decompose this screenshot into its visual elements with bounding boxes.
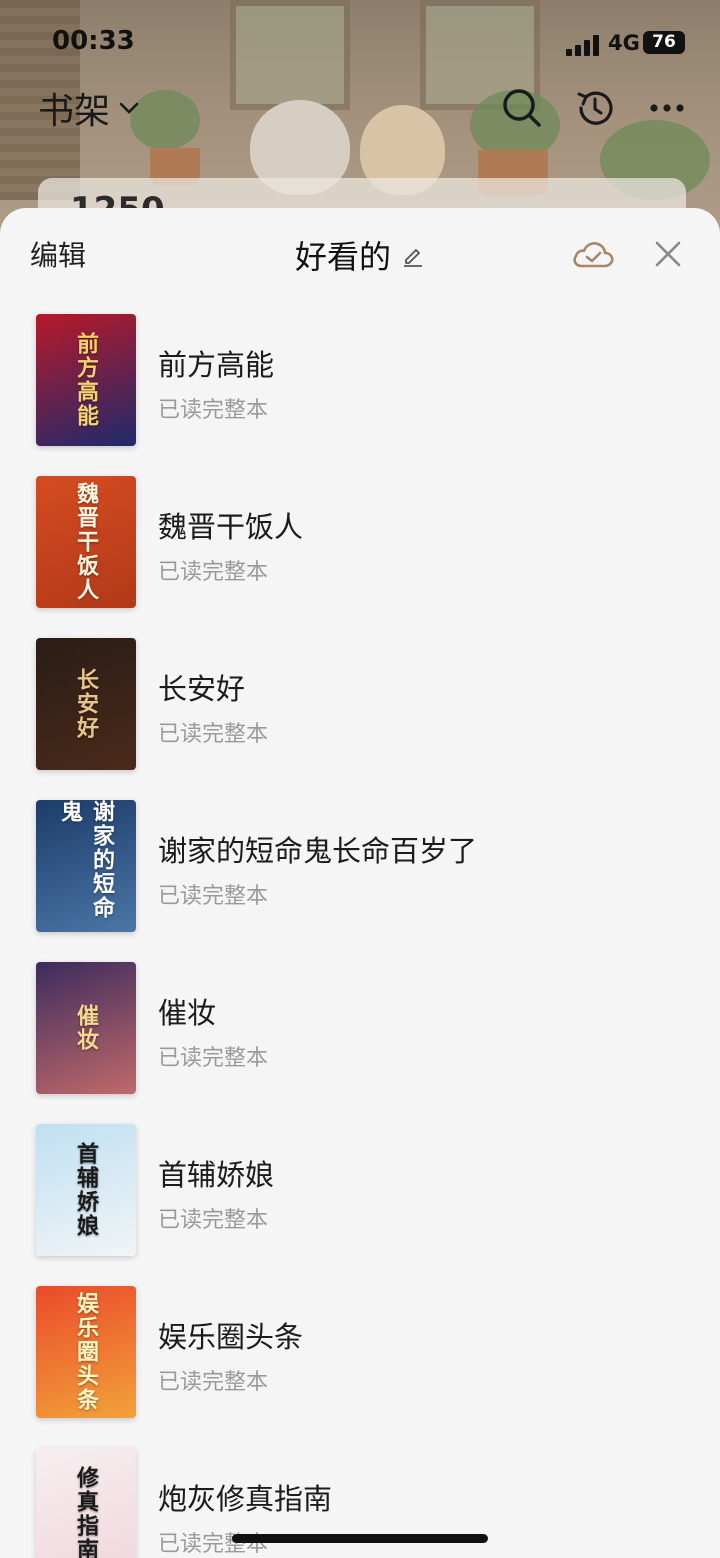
cover-title: 魏晋干饭人: [73, 482, 99, 602]
book-title: 娱乐圈头条: [158, 1320, 304, 1354]
book-cover: 娱乐圈头条: [36, 1286, 136, 1418]
book-item[interactable]: 谢家的短命鬼 谢家的短命鬼长命百岁了 已读完整本: [0, 800, 720, 962]
read-status: 已读完整本: [158, 1370, 269, 1395]
book-item[interactable]: 娱乐圈头条 娱乐圈头条 已读完整本: [0, 1286, 720, 1448]
book-cover: 前方高能: [36, 314, 136, 446]
cover-title: 娱乐圈头条: [73, 1292, 99, 1412]
read-status: 已读完整本: [158, 1208, 269, 1233]
book-cover: 谢家的短命鬼: [36, 800, 136, 932]
top-nav: 书架: [0, 80, 720, 136]
status-bar: 00:33 4G 76: [0, 22, 720, 66]
battery-icon: 76: [643, 31, 685, 54]
book-title: 谢家的短命鬼长命百岁了: [158, 834, 478, 868]
shelf-selector[interactable]: 书架: [38, 82, 140, 134]
book-item[interactable]: 首辅娇娘 首辅娇娘 已读完整本: [0, 1124, 720, 1286]
pencil-icon[interactable]: [401, 243, 425, 267]
book-cover: 修真指南: [36, 1448, 136, 1558]
signal-icon: [566, 34, 602, 56]
book-cover: 首辅娇娘: [36, 1124, 136, 1256]
sheet-header: 编辑 好看的: [0, 208, 720, 300]
history-icon[interactable]: [573, 86, 617, 130]
book-item[interactable]: 催妆 催妆 已读完整本: [0, 962, 720, 1124]
cloud-check-icon[interactable]: [570, 236, 616, 272]
book-title: 催妆: [158, 996, 217, 1030]
cover-title: 首辅娇娘: [73, 1142, 99, 1238]
home-indicator: [232, 1534, 488, 1543]
book-title: 首辅娇娘: [158, 1158, 275, 1192]
read-status: 已读完整本: [158, 884, 269, 909]
read-status: 已读完整本: [158, 1046, 269, 1071]
read-status: 已读完整本: [158, 560, 269, 585]
book-title: 长安好: [158, 672, 246, 706]
search-icon[interactable]: [500, 86, 544, 130]
cover-title: 长安好: [73, 668, 99, 740]
cover-title: 修真指南: [73, 1466, 99, 1558]
book-item[interactable]: 魏晋干饭人 魏晋干饭人 已读完整本: [0, 476, 720, 638]
book-cover: 长安好: [36, 638, 136, 770]
book-item[interactable]: 前方高能 前方高能 已读完整本: [0, 314, 720, 476]
chevron-down-icon: [119, 102, 139, 114]
book-list: 前方高能 前方高能 已读完整本 魏晋干饭人 魏晋干饭人 已读完整本 长安好 长安…: [0, 314, 720, 1558]
book-cover: 催妆: [36, 962, 136, 1094]
shelf-group-sheet: 编辑 好看的 前方高能 前方高能 已读完整本 魏晋干饭人 魏晋干饭人 已读完整本…: [0, 208, 720, 1558]
book-item[interactable]: 长安好 长安好 已读完整本: [0, 638, 720, 800]
status-time: 00:33: [52, 26, 135, 56]
read-status: 已读完整本: [158, 722, 269, 747]
read-status: 已读完整本: [158, 398, 269, 423]
cover-title: 催妆: [73, 1004, 99, 1052]
cover-title: 前方高能: [73, 332, 99, 428]
book-cover: 魏晋干饭人: [36, 476, 136, 608]
close-icon[interactable]: [652, 238, 684, 270]
book-title: 魏晋干饭人: [158, 510, 304, 544]
group-name: 好看的: [294, 238, 391, 276]
book-title: 炮灰修真指南: [158, 1482, 333, 1516]
cover-title: 谢家的短命鬼: [57, 800, 115, 920]
more-icon[interactable]: [645, 86, 689, 130]
network-type: 4G: [608, 31, 640, 55]
book-title: 前方高能: [158, 348, 275, 382]
shelf-title: 书架: [38, 91, 111, 132]
